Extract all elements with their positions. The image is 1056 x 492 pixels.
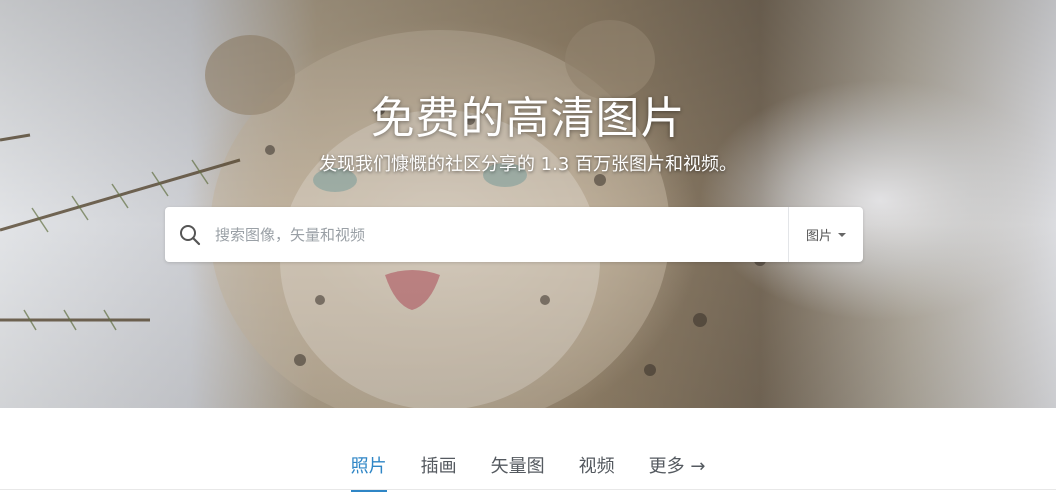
chevron-down-icon [838,232,846,237]
search-input[interactable] [215,208,788,261]
tab-more[interactable]: 更多 → [649,444,706,490]
tab-videos[interactable]: 视频 [579,444,615,490]
tab-vectors[interactable]: 矢量图 [491,444,545,490]
hero-banner: 免费的高清图片 发现我们慷慨的社区分享的 1.3 百万张图片和视频。 图片 [0,0,1056,408]
media-type-select[interactable]: 图片 [788,207,863,262]
hero-subtitle: 发现我们慷慨的社区分享的 1.3 百万张图片和视频。 [318,154,738,175]
hero-overlay [0,0,1056,408]
search-icon[interactable] [165,207,215,262]
tab-photos[interactable]: 照片 [350,444,387,492]
media-tabs: 照片 插画 矢量图 视频 更多 → [0,444,1056,492]
tabs-divider [0,489,1056,490]
media-type-label: 图片 [805,229,832,244]
search-bar: 图片 [165,207,863,262]
hero-title: 免费的高清图片 [370,93,686,144]
tab-illustrations[interactable]: 插画 [421,444,457,490]
